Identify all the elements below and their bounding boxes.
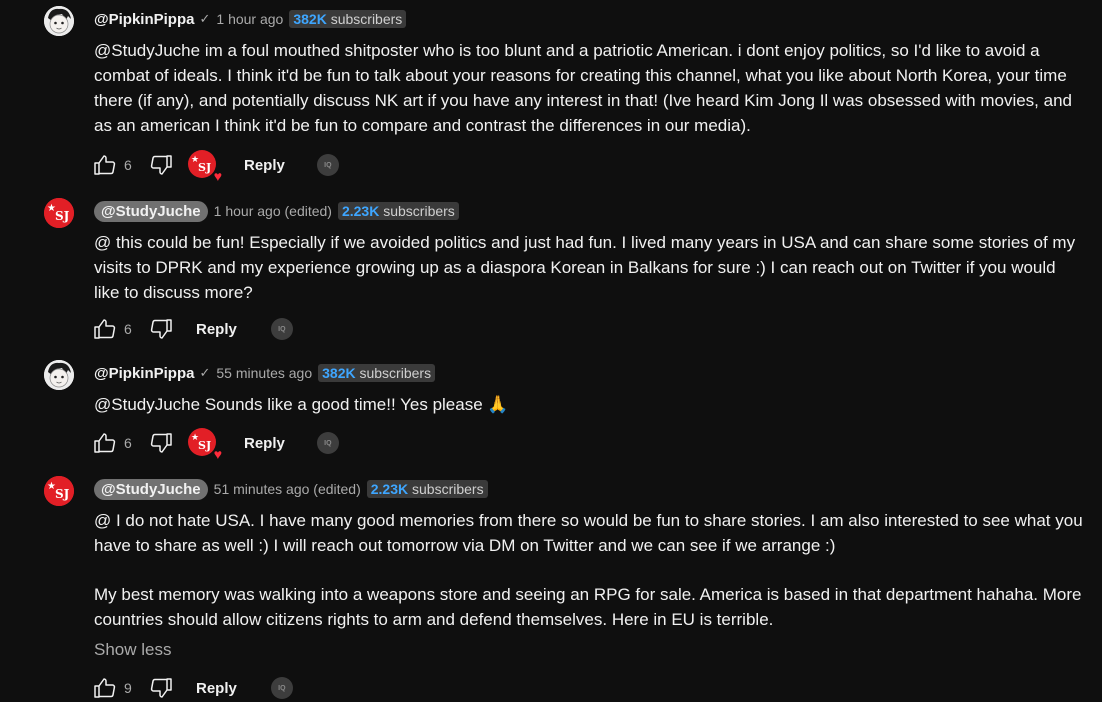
comment-author[interactable]: @StudyJuche bbox=[94, 200, 208, 222]
comment-timestamp[interactable]: 55 minutes ago bbox=[216, 365, 312, 381]
studyjuche-logo-icon: ★SJ bbox=[191, 155, 211, 174]
comment-text: @ this could be fun! Especially if we av… bbox=[94, 230, 1084, 305]
comment-actions: 6 ★ SJ ♥ Reply IQ bbox=[92, 428, 339, 461]
comment-paragraph: @StudyJuche im a foul mouthed shitposter… bbox=[94, 41, 1072, 135]
comment-text: @StudyJuche Sounds like a good time!! Ye… bbox=[94, 392, 1084, 417]
thumbs-up-icon bbox=[94, 155, 116, 175]
studyjuche-logo-icon: ★SJ bbox=[44, 198, 74, 228]
like-button[interactable] bbox=[92, 152, 118, 178]
comment-timestamp[interactable]: 1 hour ago (edited) bbox=[214, 203, 332, 219]
comment-paragraph: My best memory was walking into a weapon… bbox=[94, 585, 1082, 629]
avatar[interactable]: ★ SJ bbox=[44, 198, 74, 228]
svg-text:SJ: SJ bbox=[198, 439, 211, 452]
reply-button[interactable]: Reply bbox=[244, 157, 285, 174]
like-count: 6 bbox=[124, 157, 132, 173]
comment-author[interactable]: @StudyJuche bbox=[94, 478, 208, 500]
creator-avatar: ★ SJ bbox=[188, 150, 216, 178]
heart-icon: ♥ bbox=[213, 168, 222, 184]
comment-actions: 6 ★ SJ ♥ Reply IQ bbox=[92, 150, 339, 183]
studyjuche-logo-icon: ★SJ bbox=[44, 476, 74, 506]
subscriber-count: 2.23K bbox=[341, 203, 380, 219]
like-button[interactable] bbox=[92, 430, 118, 456]
comment-header: @StudyJuche 51 minutes ago (edited) 2.23… bbox=[94, 478, 488, 500]
comment-header: @PipkinPippa ✓ 55 minutes ago 382K subsc… bbox=[94, 362, 436, 384]
dislike-button[interactable] bbox=[148, 430, 174, 456]
svg-text:SJ: SJ bbox=[55, 487, 70, 501]
subscriber-label: subscribers bbox=[330, 11, 403, 27]
comment-author[interactable]: @PipkinPippa bbox=[94, 11, 194, 28]
reply-button[interactable]: Reply bbox=[196, 321, 237, 338]
comment-actions: 6 Reply IQ bbox=[92, 315, 293, 343]
creator-heart-badge: ★ SJ ♥ bbox=[188, 428, 222, 461]
avatar[interactable] bbox=[44, 6, 74, 36]
thumbs-down-icon bbox=[150, 433, 172, 453]
like-button[interactable] bbox=[92, 675, 118, 701]
studyjuche-logo-icon: ★SJ bbox=[191, 433, 211, 452]
comment-paragraph: @ this could be fun! Especially if we av… bbox=[94, 233, 1076, 302]
thumbs-down-icon bbox=[150, 155, 172, 175]
pippa-avatar-icon bbox=[44, 360, 74, 390]
subscriber-badge: 2.23K subscribers bbox=[366, 480, 488, 498]
subscriber-count: 382K bbox=[322, 365, 356, 381]
verified-check-icon: ✓ bbox=[199, 11, 211, 26]
creator-avatar: ★ SJ bbox=[188, 428, 216, 456]
dislike-button[interactable] bbox=[148, 152, 174, 178]
dislike-button[interactable] bbox=[148, 675, 174, 701]
subscriber-label: subscribers bbox=[412, 481, 484, 497]
svg-text:SJ: SJ bbox=[55, 209, 70, 223]
avatar[interactable]: ★ SJ bbox=[44, 476, 74, 506]
thumbs-down-icon bbox=[150, 319, 172, 339]
subscriber-label: subscribers bbox=[359, 365, 432, 381]
subscriber-label: subscribers bbox=[383, 203, 455, 219]
like-count: 6 bbox=[124, 321, 132, 337]
reply-button[interactable]: Reply bbox=[244, 435, 285, 452]
like-count: 9 bbox=[124, 680, 132, 696]
comment-paragraph: @StudyJuche Sounds like a good time!! Ye… bbox=[94, 395, 509, 414]
extension-iq-icon[interactable]: IQ bbox=[270, 318, 293, 340]
subscriber-count: 2.23K bbox=[370, 481, 409, 497]
extension-iq-icon[interactable]: IQ bbox=[316, 432, 339, 454]
comment-text: @StudyJuche im a foul mouthed shitposter… bbox=[94, 38, 1084, 138]
comment-paragraph: @ I do not hate USA. I have many good me… bbox=[94, 511, 1083, 555]
comment-header: @StudyJuche 1 hour ago (edited) 2.23K su… bbox=[94, 200, 459, 222]
subscriber-badge: 382K subscribers bbox=[289, 10, 407, 28]
subscriber-badge: 2.23K subscribers bbox=[337, 202, 459, 220]
pippa-avatar-icon bbox=[44, 6, 74, 36]
verified-check-icon: ✓ bbox=[199, 365, 211, 380]
thumbs-down-icon bbox=[150, 678, 172, 698]
comment-timestamp[interactable]: 1 hour ago bbox=[216, 11, 283, 27]
thumbs-up-icon bbox=[94, 678, 116, 698]
comment-actions: 9 Reply IQ bbox=[92, 674, 293, 702]
reply-button[interactable]: Reply bbox=[196, 680, 237, 697]
svg-text:SJ: SJ bbox=[198, 161, 211, 174]
comment-header: @PipkinPippa ✓ 1 hour ago 382K subscribe… bbox=[94, 8, 407, 30]
like-count: 6 bbox=[124, 435, 132, 451]
thumbs-up-icon bbox=[94, 433, 116, 453]
comment-text: @ I do not hate USA. I have many good me… bbox=[94, 508, 1084, 632]
heart-icon: ♥ bbox=[213, 446, 222, 462]
like-button[interactable] bbox=[92, 316, 118, 342]
subscriber-badge: 382K subscribers bbox=[318, 364, 436, 382]
avatar[interactable] bbox=[44, 360, 74, 390]
subscriber-count: 382K bbox=[293, 11, 327, 27]
comment-timestamp[interactable]: 51 minutes ago (edited) bbox=[214, 481, 361, 497]
dislike-button[interactable] bbox=[148, 316, 174, 342]
extension-iq-icon[interactable]: IQ bbox=[316, 154, 339, 176]
thumbs-up-icon bbox=[94, 319, 116, 339]
creator-heart-badge: ★ SJ ♥ bbox=[188, 150, 222, 183]
show-less-button[interactable]: Show less bbox=[94, 640, 171, 660]
comment-author[interactable]: @PipkinPippa bbox=[94, 365, 194, 382]
